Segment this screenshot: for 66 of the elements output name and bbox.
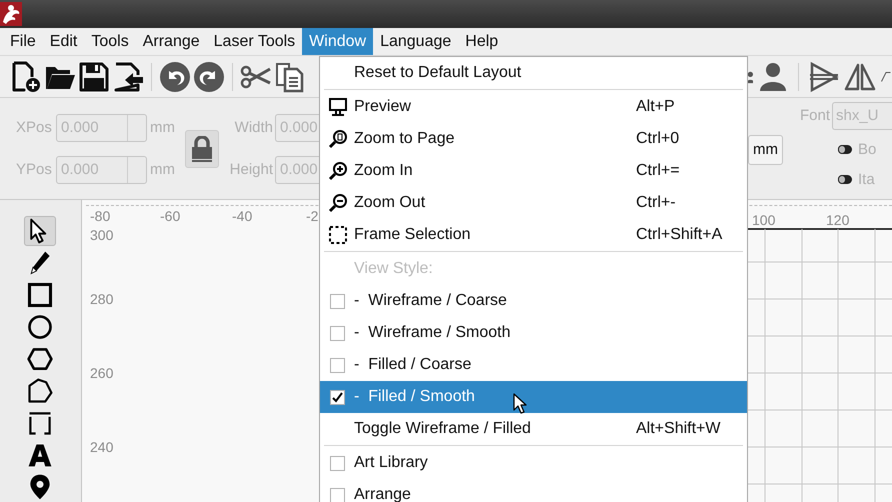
field-label: Height (228, 161, 273, 178)
checkbox[interactable] (330, 488, 345, 502)
zoom-out-icon (328, 193, 348, 213)
menu-item[interactable]: Arrange (136, 28, 207, 55)
menu-item[interactable]: Toggle Wireframe / Filled Alt+Shift+W (320, 413, 747, 445)
menu-item[interactable]: Window (302, 28, 374, 55)
menu-item[interactable]: Art Library (320, 447, 747, 479)
ruler-label: 240 (90, 439, 114, 455)
field-label: Width (234, 119, 273, 136)
ruler-label: -2 (306, 208, 318, 224)
toggle-label: Bo (858, 141, 876, 158)
ruler-label: 260 (90, 365, 114, 381)
ruler-label: -80 (90, 208, 110, 224)
lock-button[interactable] (185, 130, 219, 168)
menu-item[interactable]: - Filled / Coarse (320, 349, 747, 381)
app-logo-icon (0, 2, 22, 26)
new-file-icon[interactable] (10, 60, 42, 92)
zoom-in-icon (328, 161, 348, 181)
unit-label: mm (150, 161, 175, 178)
menu-item[interactable]: Frame Selection Ctrl+Shift+A (320, 219, 747, 251)
copy-icon[interactable] (274, 60, 306, 92)
triangle-lines-icon[interactable] (808, 60, 840, 92)
field-label: YPos (16, 161, 53, 178)
toggle-switch[interactable] (838, 145, 852, 154)
menu-item[interactable]: Reset to Default Layout (320, 57, 747, 89)
toggle-label: Ita (858, 171, 875, 188)
menu-item[interactable]: Help (458, 28, 506, 55)
checkbox[interactable] (330, 358, 345, 372)
menu-item[interactable]: Arrange (320, 479, 747, 502)
undo-icon[interactable] (159, 60, 191, 92)
save-icon[interactable] (78, 60, 110, 92)
monitor-icon (328, 97, 348, 117)
toggle-switch[interactable] (838, 175, 852, 184)
checkbox[interactable] (330, 294, 345, 308)
menu-item[interactable]: File (3, 28, 43, 55)
menu-item[interactable]: Zoom Out Ctrl+- (320, 187, 747, 219)
ruler-label: 100 (752, 212, 776, 228)
ruler-label: -60 (160, 208, 180, 224)
field-label: XPos (16, 119, 53, 136)
menu-item[interactable]: - Filled / Smooth (320, 381, 747, 413)
unit-label: mm (150, 119, 175, 136)
field-label: Font (800, 107, 830, 124)
lock-icon (191, 136, 213, 162)
frame-icon (328, 225, 348, 245)
tool-button[interactable] (24, 216, 56, 246)
menu-item[interactable]: Language (373, 28, 458, 55)
ruler-label: 120 (826, 212, 850, 228)
menu-item[interactable]: Laser Tools (206, 28, 302, 55)
checkbox[interactable] (330, 390, 345, 404)
checkbox[interactable] (330, 326, 345, 340)
menu-item[interactable]: Tools (84, 28, 136, 55)
redo-icon[interactable] (193, 60, 225, 92)
menu-item[interactable]: Edit (42, 28, 84, 55)
mirror-icon[interactable] (844, 60, 876, 92)
menu-item[interactable]: - Wireframe / Smooth (320, 317, 747, 349)
ruler-label: -40 (232, 208, 252, 224)
export-icon[interactable] (112, 60, 144, 92)
ruler-label: 280 (90, 291, 114, 307)
mouse-cursor-icon (513, 393, 529, 415)
menu-section-label: View Style: (354, 260, 434, 278)
magnifier-icon (328, 129, 348, 149)
person-icon[interactable] (757, 60, 789, 92)
unit-button[interactable]: mm (748, 134, 783, 164)
ruler-label: 300 (90, 227, 114, 243)
checkbox[interactable] (330, 456, 345, 470)
menu-item[interactable]: - Wireframe / Coarse (320, 285, 747, 317)
